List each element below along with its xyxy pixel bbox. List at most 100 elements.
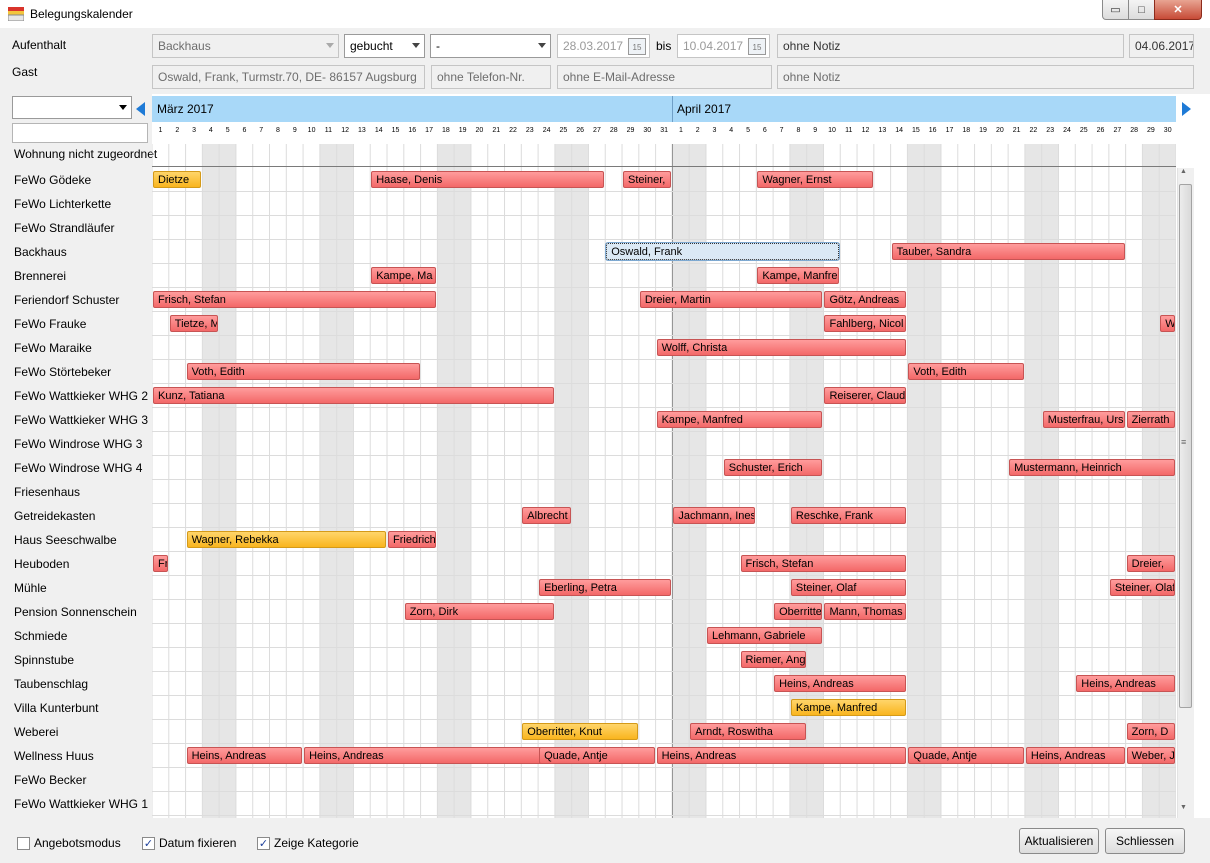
phone-field[interactable]: ohne Telefon-Nr. [431, 65, 551, 89]
booking-bar[interactable]: Musterfrau, Ursula [1042, 411, 1125, 428]
booking-bar[interactable]: Kunz, Tatiana [153, 387, 554, 404]
booking-bar[interactable]: Quade, Antje [908, 747, 1024, 764]
filter-search-input[interactable] [12, 123, 148, 143]
booking-bar[interactable]: Kampe, Ma [371, 267, 437, 284]
booking-bar[interactable]: Reschke, Frank [790, 507, 907, 524]
scroll-down-icon[interactable]: ▼ [1180, 804, 1187, 811]
booking-bar[interactable]: Lehmann, Gabriele [706, 627, 823, 644]
zeige-kategorie-checkbox[interactable]: ✓ [257, 837, 270, 850]
close-button[interactable]: Schliessen [1105, 828, 1185, 854]
date-to-field[interactable]: 10.04.2017 15 [677, 34, 770, 58]
booking-bar[interactable]: Zorn, Dirk [404, 603, 554, 620]
scroll-up-icon[interactable]: ▲ [1180, 168, 1187, 175]
booking-bar[interactable]: Oberritter, Knut [522, 723, 638, 740]
filter-select[interactable] [12, 96, 132, 119]
day-number: 2 [695, 127, 700, 134]
booking-bar[interactable]: Weber, J [1126, 747, 1175, 764]
booking-bar[interactable]: Oswald, Frank [605, 242, 841, 261]
datum-fixieren-checkbox[interactable]: ✓ [142, 837, 155, 850]
status-select[interactable]: gebucht [344, 34, 425, 58]
maximize-button[interactable]: □ [1128, 0, 1155, 20]
calendar-picker-icon[interactable]: 15 [628, 38, 646, 55]
day-number: 30 [643, 127, 652, 134]
booking-bar[interactable]: Frisch, Stefan [740, 555, 907, 572]
angebotsmodus-checkbox[interactable] [17, 837, 30, 850]
guest-address-field[interactable]: Oswald, Frank, Turmstr.70, DE- 86157 Aug… [152, 65, 425, 89]
booking-bar[interactable]: Heins, Andreas [186, 747, 303, 764]
booking-grid[interactable]: Dietze Haase, Denis Steiner, Wagner, Ernst O… [152, 144, 1176, 818]
booking-bar[interactable]: Voth, Edith [186, 363, 420, 380]
weekend-column [202, 144, 220, 818]
email-field[interactable]: ohne E-Mail-Adresse [557, 65, 772, 89]
booking-bar[interactable]: Oberritter [774, 603, 823, 620]
booking-bar[interactable]: Albrecht [522, 507, 571, 524]
bis-label: bis [656, 39, 672, 53]
title-bar [0, 0, 1210, 28]
note-top-value: ohne Notiz [783, 39, 841, 53]
booking-bar[interactable]: Kampe, Manfre [757, 267, 840, 284]
booking-bar[interactable]: Zierrath [1126, 411, 1175, 428]
booking-bar[interactable]: Steiner, Olaf [790, 579, 907, 596]
booking-bar[interactable]: Friedrich [388, 531, 437, 548]
day-number: 17 [945, 127, 954, 134]
day-number: 6 [242, 127, 247, 134]
booking-bar[interactable]: Frisch, Stefan [153, 291, 437, 308]
refresh-button[interactable]: Aktualisieren [1019, 828, 1099, 854]
close-window-button[interactable]: ✕ [1154, 0, 1202, 20]
phone-value: ohne Telefon-Nr. [437, 70, 525, 84]
booking-bar[interactable]: Steiner, [623, 171, 672, 188]
booking-bar[interactable]: Dreier, [1126, 555, 1175, 572]
booking-bar[interactable]: Kampe, Manfred [790, 699, 907, 716]
day-number: 13 [358, 127, 366, 134]
date-from-field[interactable]: 28.03.2017 15 [557, 34, 650, 58]
booking-bar[interactable]: Dreier, Martin [639, 291, 823, 308]
calendar-picker-icon[interactable]: 15 [748, 38, 766, 55]
booking-bar[interactable]: Haase, Denis [371, 171, 605, 188]
booking-bar[interactable]: Heins, Andreas [304, 747, 554, 764]
booking-bar[interactable]: Heins, Andreas [1025, 747, 1125, 764]
booking-bar[interactable]: Heins, Andreas [1076, 675, 1175, 692]
note-bottom-field[interactable]: ohne Notiz [777, 65, 1194, 89]
booking-bar[interactable]: Jachmann, Ines [673, 507, 756, 524]
category-select[interactable]: - [430, 34, 551, 58]
booking-bar[interactable]: Tietze, M [169, 315, 219, 332]
booking-bar[interactable]: Frisch [153, 555, 168, 572]
apartment-row-label: Feriendorf Schuster [14, 293, 120, 307]
day-number: 21 [1012, 127, 1021, 134]
booking-bar[interactable]: Wagner, Rebekka [186, 531, 386, 548]
booking-bar[interactable]: Heins, Andreas [774, 675, 907, 692]
unit-select[interactable]: Backhaus [152, 34, 339, 58]
booking-bar[interactable]: Schuster, Erich [723, 459, 823, 476]
booking-bar[interactable]: Wagner, Ernst [757, 171, 873, 188]
booking-bar[interactable]: Heins, Andreas [656, 747, 907, 764]
booking-bar[interactable]: Götz, Andreas [824, 291, 907, 308]
minimize-button[interactable]: ▭ [1102, 0, 1129, 20]
note-top-field[interactable]: ohne Notiz [777, 34, 1124, 58]
booking-bar[interactable]: Dietze [153, 171, 202, 188]
booking-bar[interactable]: Fahlberg, Nicol [824, 315, 907, 332]
booking-bar[interactable]: Zorn, D [1126, 723, 1175, 740]
day-number: 13 [878, 127, 887, 134]
booking-bar[interactable]: Eberling, Petra [539, 579, 672, 596]
booking-bar[interactable]: Wagner [1160, 315, 1175, 332]
booking-bar[interactable]: Arndt, Roswitha [690, 723, 806, 740]
booking-bar[interactable]: Riemer, Angelika [740, 651, 806, 668]
day-number: 12 [341, 127, 350, 134]
month-divider [672, 96, 673, 122]
booking-bar[interactable]: Mustermann, Heinrich [1009, 459, 1175, 476]
booking-bar[interactable]: Kampe, Manfred [656, 411, 823, 428]
next-month-arrow-icon[interactable] [1182, 102, 1191, 116]
booking-bar[interactable]: Quade, Antje [539, 747, 655, 764]
previous-month-arrow-icon[interactable] [136, 102, 145, 116]
booking-bar[interactable]: Mann, Thomas [824, 603, 907, 620]
weekend-column [319, 144, 337, 818]
booking-bar[interactable]: Steiner, Olaf [1109, 579, 1175, 596]
booking-bar[interactable]: Reiserer, Claudia [824, 387, 907, 404]
booking-bar[interactable]: Voth, Edith [908, 363, 1024, 380]
booking-bar[interactable]: Wolff, Christa [656, 339, 907, 356]
booking-bar[interactable]: Tauber, Sandra [891, 243, 1125, 260]
chevron-down-icon [326, 43, 334, 48]
maximize-icon: □ [1138, 3, 1145, 16]
gast-label: Gast [12, 65, 38, 79]
day-number: 24 [1063, 127, 1071, 134]
